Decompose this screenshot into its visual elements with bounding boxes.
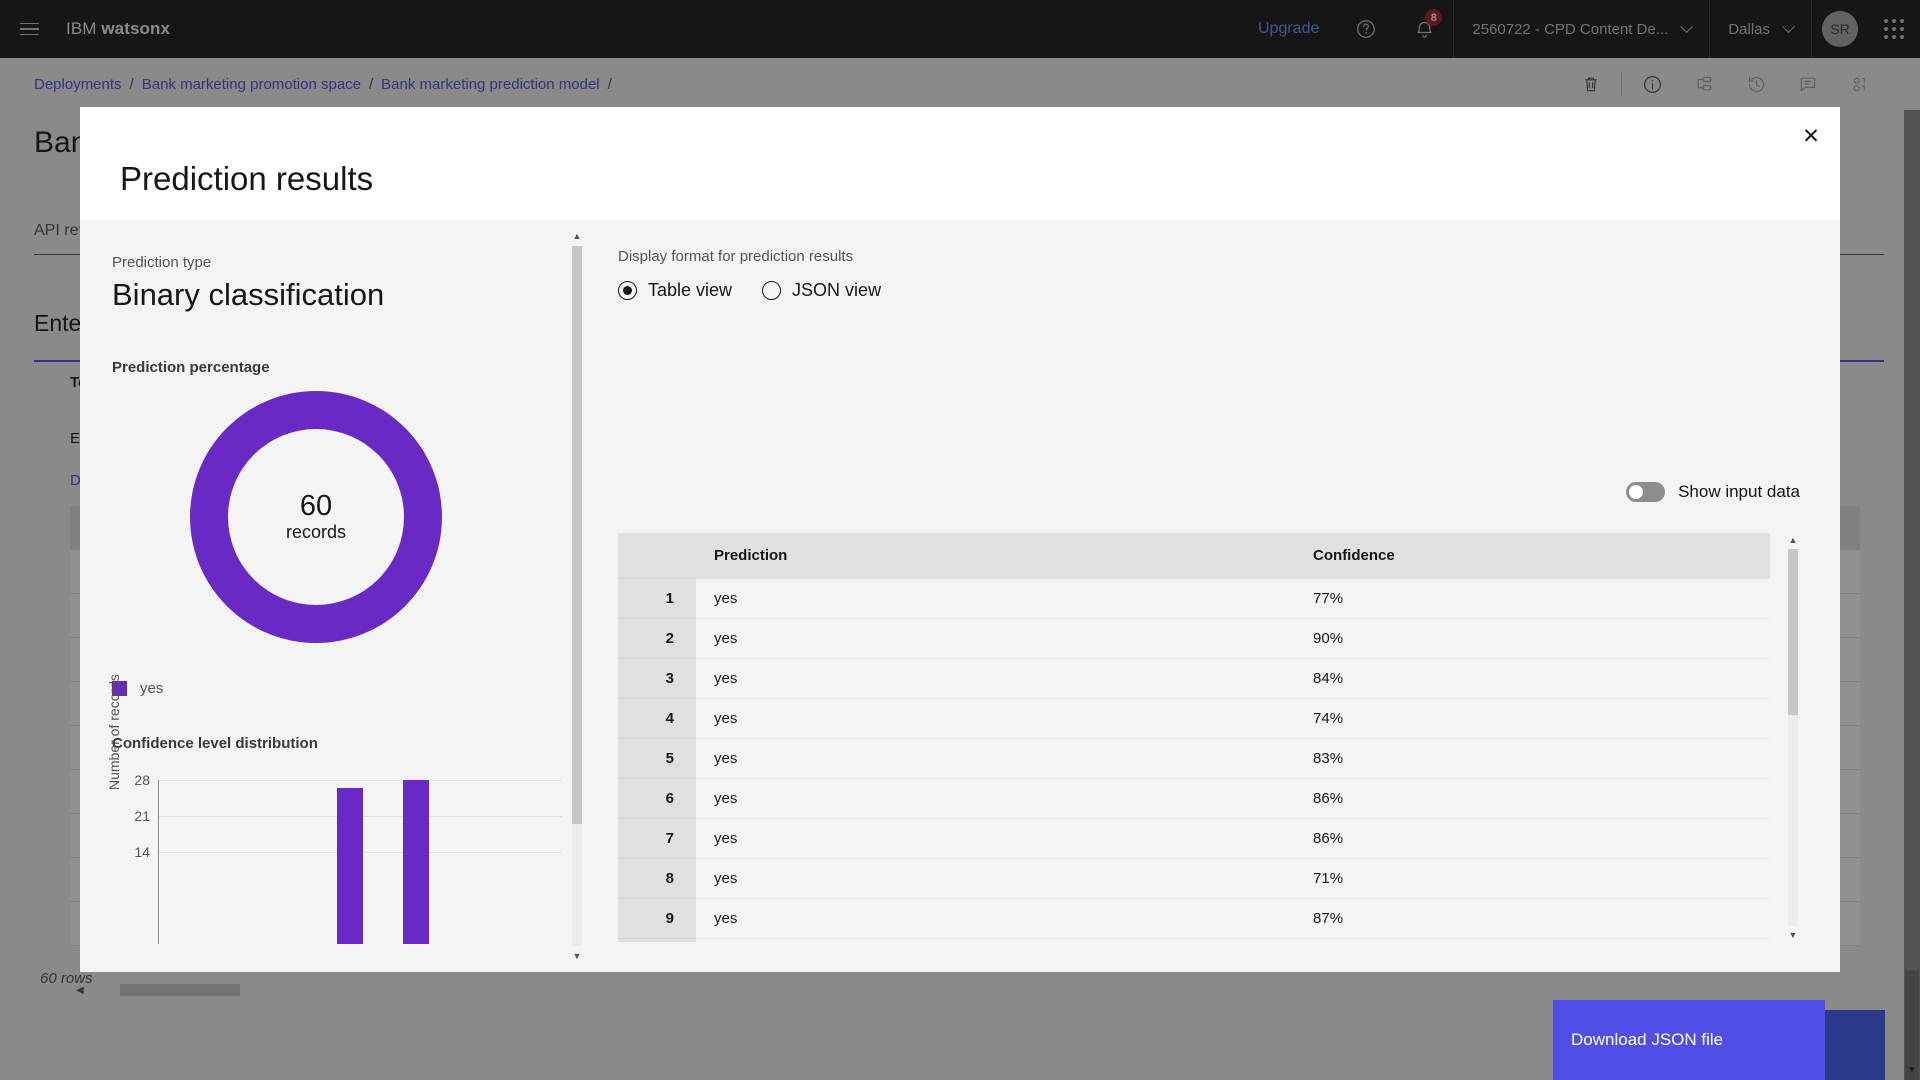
- prediction-summary-pane: Prediction type Binary classification Pr…: [80, 220, 592, 972]
- prediction-results-table: Prediction Confidence 1yes77%2yes90%3yes…: [618, 533, 1770, 942]
- radio-indicator: [762, 281, 781, 300]
- close-icon[interactable]: ✕: [1782, 107, 1840, 165]
- cell-confidence: 77%: [1295, 578, 1770, 618]
- cell-prediction: yes: [696, 898, 1295, 938]
- show-input-data-toggle[interactable]: [1626, 482, 1665, 502]
- cell-confidence: 86%: [1295, 778, 1770, 818]
- scroll-down-arrow[interactable]: ▼: [570, 948, 584, 964]
- cell-confidence: 74%: [1295, 698, 1770, 738]
- table-row: 9yes87%: [618, 898, 1770, 938]
- chart-plot-area: 28 21 14: [158, 780, 562, 944]
- radio-indicator: [618, 281, 637, 300]
- modal-body: Prediction type Binary classification Pr…: [80, 220, 1840, 972]
- confidence-distribution-heading: Confidence level distribution: [112, 735, 592, 752]
- column-header-confidence: Confidence: [1295, 533, 1770, 578]
- prediction-results-pane: Display format for prediction results Ta…: [592, 220, 1840, 972]
- display-format-radio-group: Table view JSON view: [618, 280, 1800, 301]
- donut-unit: records: [286, 522, 346, 543]
- cell-prediction: yes: [696, 738, 1295, 778]
- scroll-down-arrow[interactable]: ▼: [1786, 928, 1800, 942]
- cell-index: 9: [618, 898, 696, 938]
- cell-index: 5: [618, 738, 696, 778]
- cell-index: 4: [618, 698, 696, 738]
- legend-label-yes: yes: [140, 680, 163, 697]
- cell-confidence: 84%: [1295, 658, 1770, 698]
- cell-index: 2: [618, 618, 696, 658]
- table-body: 1yes77%2yes90%3yes84%4yes74%5yes83%6yes8…: [618, 578, 1770, 942]
- confidence-level-bar-chart: Number of records 28 21 14: [112, 774, 562, 944]
- left-pane-scrollbar[interactable]: ▲ ▼: [570, 228, 584, 964]
- display-format-label: Display format for prediction results: [618, 248, 1800, 265]
- donut-ring: 60 records: [190, 391, 442, 643]
- results-table-scrollbar[interactable]: ▲ ▼: [1786, 533, 1800, 942]
- radio-label: JSON view: [792, 280, 881, 301]
- prediction-type-label: Prediction type: [112, 254, 592, 271]
- radio-json-view[interactable]: JSON view: [762, 280, 881, 301]
- column-header-prediction: Prediction: [696, 533, 1295, 578]
- donut-value: 60: [300, 491, 332, 523]
- radio-table-view[interactable]: Table view: [618, 280, 732, 301]
- cell-prediction: yes: [696, 578, 1295, 618]
- chart-y-axis-label: Number of records: [106, 670, 122, 790]
- cell-confidence: 86%: [1295, 818, 1770, 858]
- table-row: 5yes83%: [618, 738, 1770, 778]
- cell-prediction: yes: [696, 818, 1295, 858]
- cell-confidence: 83%: [1295, 738, 1770, 778]
- table-row: 6yes86%: [618, 778, 1770, 818]
- scrollbar-thumb[interactable]: [1788, 549, 1798, 715]
- gridline: 28: [159, 780, 562, 781]
- prediction-percentage-donut-chart: 60 records: [112, 386, 532, 656]
- prediction-type-value: Binary classification: [112, 277, 592, 313]
- download-json-file-button[interactable]: Download JSON file: [1553, 1000, 1825, 1080]
- screen-root: IBM watsonx Upgrade 8 2: [0, 0, 1920, 1080]
- cell-confidence: 71%: [1295, 858, 1770, 898]
- bar-27: [337, 788, 363, 944]
- cell-index: 3: [618, 658, 696, 698]
- cell-prediction: yes: [696, 938, 1295, 942]
- show-input-data-label: Show input data: [1678, 482, 1800, 502]
- scroll-up-arrow[interactable]: ▲: [1786, 533, 1800, 547]
- scroll-up-arrow[interactable]: ▲: [570, 228, 584, 244]
- donut-legend: yes: [112, 680, 592, 697]
- cell-index: 1: [618, 578, 696, 618]
- toggle-knob: [1629, 485, 1643, 499]
- table-header-row: Prediction Confidence: [618, 533, 1770, 578]
- cell-index: 10: [618, 938, 696, 942]
- table-row: 7yes86%: [618, 818, 1770, 858]
- cell-prediction: yes: [696, 698, 1295, 738]
- cell-confidence: 79%: [1295, 938, 1770, 942]
- download-button-shadow: [1825, 1010, 1885, 1080]
- cell-confidence: 90%: [1295, 618, 1770, 658]
- cell-index: 8: [618, 858, 696, 898]
- prediction-results-modal: Prediction results ✕ Prediction type Bin…: [80, 107, 1840, 972]
- table-row: 3yes84%: [618, 658, 1770, 698]
- modal-header: Prediction results ✕: [80, 107, 1840, 220]
- prediction-results-table-container: Prediction Confidence 1yes77%2yes90%3yes…: [618, 533, 1770, 942]
- bar-28: [403, 780, 429, 944]
- cell-prediction: yes: [696, 658, 1295, 698]
- prediction-percentage-heading: Prediction percentage: [112, 359, 592, 376]
- table-row: 10yes79%: [618, 938, 1770, 942]
- cell-index: 7: [618, 818, 696, 858]
- scrollbar-thumb[interactable]: [572, 246, 582, 824]
- y-tick-21: 21: [134, 808, 159, 824]
- radio-label: Table view: [648, 280, 732, 301]
- cell-prediction: yes: [696, 858, 1295, 898]
- y-tick-14: 14: [134, 844, 159, 860]
- table-row: 2yes90%: [618, 618, 1770, 658]
- cell-prediction: yes: [696, 618, 1295, 658]
- cell-prediction: yes: [696, 778, 1295, 818]
- table-row: 1yes77%: [618, 578, 1770, 618]
- cell-confidence: 87%: [1295, 898, 1770, 938]
- cell-index: 6: [618, 778, 696, 818]
- donut-center: 60 records: [228, 429, 404, 605]
- column-header-index: [618, 533, 696, 578]
- table-row: 4yes74%: [618, 698, 1770, 738]
- table-row: 8yes71%: [618, 858, 1770, 898]
- modal-title: Prediction results: [120, 160, 373, 198]
- y-tick-28: 28: [134, 772, 159, 788]
- show-input-data-control[interactable]: Show input data: [1626, 482, 1800, 502]
